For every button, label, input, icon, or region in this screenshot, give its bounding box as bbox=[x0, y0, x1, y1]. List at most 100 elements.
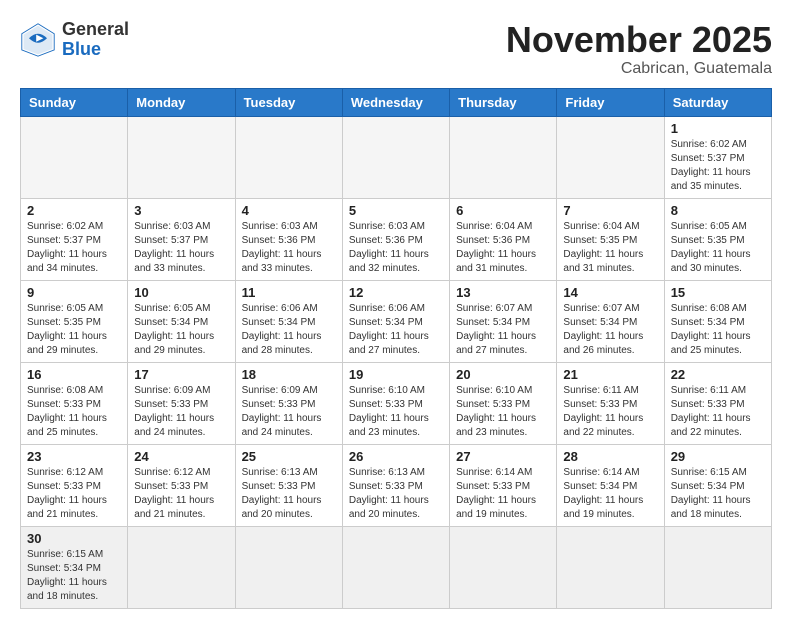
day-info: Sunrise: 6:11 AM Sunset: 5:33 PM Dayligh… bbox=[671, 384, 765, 440]
day-number: 25 bbox=[242, 449, 336, 464]
calendar-cell bbox=[342, 116, 449, 198]
day-info: Sunrise: 6:13 AM Sunset: 5:33 PM Dayligh… bbox=[242, 466, 336, 522]
calendar-week-row: 9 Sunrise: 6:05 AM Sunset: 5:35 PM Daylig… bbox=[21, 280, 772, 362]
day-number: 16 bbox=[27, 367, 121, 382]
calendar-cell bbox=[450, 526, 557, 608]
day-number: 26 bbox=[349, 449, 443, 464]
day-number: 23 bbox=[27, 449, 121, 464]
day-number: 21 bbox=[563, 367, 657, 382]
calendar-week-row: 23Sunrise: 6:12 AM Sunset: 5:33 PM Dayli… bbox=[21, 444, 772, 526]
logo-blue-text: Blue bbox=[62, 39, 101, 59]
calendar-cell: 27Sunrise: 6:14 AM Sunset: 5:33 PM Dayli… bbox=[450, 444, 557, 526]
calendar-table: SundayMondayTuesdayWednesdayThursdayFrid… bbox=[20, 88, 772, 609]
weekday-header-friday: Friday bbox=[557, 88, 664, 116]
calendar-cell: 18 Sunrise: 6:09 AM Sunset: 5:33 PM Dayli… bbox=[235, 362, 342, 444]
day-info: Sunrise: 6:13 AM Sunset: 5:33 PM Dayligh… bbox=[349, 466, 443, 522]
day-number: 20 bbox=[456, 367, 550, 382]
day-info: Sunrise: 6:08 AM Sunset: 5:33 PM Dayligh… bbox=[27, 384, 121, 440]
calendar-cell bbox=[557, 116, 664, 198]
calendar-cell: 1 Sunrise: 6:02 AM Sunset: 5:37 PM Daylig… bbox=[664, 116, 771, 198]
calendar-cell: 13Sunrise: 6:07 AM Sunset: 5:34 PM Dayli… bbox=[450, 280, 557, 362]
day-info: Sunrise: 6:09 AM Sunset: 5:33 PM Dayligh… bbox=[242, 384, 336, 440]
calendar-cell: 25 Sunrise: 6:13 AM Sunset: 5:33 PM Dayli… bbox=[235, 444, 342, 526]
calendar-week-row: 30 Sunrise: 6:15 AM Sunset: 5:34 PM Dayli… bbox=[21, 526, 772, 608]
calendar-week-row: 16 Sunrise: 6:08 AM Sunset: 5:33 PM Dayli… bbox=[21, 362, 772, 444]
logo: General Blue bbox=[20, 20, 129, 60]
calendar-week-row: 2Sunrise: 6:02 AM Sunset: 5:37 PM Daylig… bbox=[21, 198, 772, 280]
day-number: 4 bbox=[242, 203, 336, 218]
day-info: Sunrise: 6:06 AM Sunset: 5:34 PM Dayligh… bbox=[242, 302, 336, 358]
day-number: 15 bbox=[671, 285, 765, 300]
day-info: Sunrise: 6:05 AM Sunset: 5:35 PM Dayligh… bbox=[671, 220, 765, 276]
title-block: November 2025 Cabrican, Guatemala bbox=[506, 20, 772, 78]
calendar-cell: 5 Sunrise: 6:03 AM Sunset: 5:36 PM Daylig… bbox=[342, 198, 449, 280]
day-info: Sunrise: 6:05 AM Sunset: 5:34 PM Dayligh… bbox=[134, 302, 228, 358]
day-info: Sunrise: 6:08 AM Sunset: 5:34 PM Dayligh… bbox=[671, 302, 765, 358]
calendar-cell: 15 Sunrise: 6:08 AM Sunset: 5:34 PM Dayli… bbox=[664, 280, 771, 362]
calendar-cell: 4Sunrise: 6:03 AM Sunset: 5:36 PM Daylig… bbox=[235, 198, 342, 280]
day-number: 24 bbox=[134, 449, 228, 464]
day-number: 19 bbox=[349, 367, 443, 382]
calendar-cell: 20 Sunrise: 6:10 AM Sunset: 5:33 PM Dayli… bbox=[450, 362, 557, 444]
day-info: Sunrise: 6:10 AM Sunset: 5:33 PM Dayligh… bbox=[456, 384, 550, 440]
day-info: Sunrise: 6:15 AM Sunset: 5:34 PM Dayligh… bbox=[27, 548, 121, 604]
day-number: 6 bbox=[456, 203, 550, 218]
location: Cabrican, Guatemala bbox=[506, 60, 772, 78]
calendar-cell bbox=[450, 116, 557, 198]
logo-icon bbox=[20, 22, 56, 58]
logo-text: General Blue bbox=[62, 20, 129, 60]
weekday-header-sunday: Sunday bbox=[21, 88, 128, 116]
calendar-cell: 17 Sunrise: 6:09 AM Sunset: 5:33 PM Dayli… bbox=[128, 362, 235, 444]
day-number: 1 bbox=[671, 121, 765, 136]
calendar-cell bbox=[128, 526, 235, 608]
day-info: Sunrise: 6:03 AM Sunset: 5:36 PM Dayligh… bbox=[349, 220, 443, 276]
calendar-cell: 16 Sunrise: 6:08 AM Sunset: 5:33 PM Dayli… bbox=[21, 362, 128, 444]
day-number: 29 bbox=[671, 449, 765, 464]
day-info: Sunrise: 6:14 AM Sunset: 5:34 PM Dayligh… bbox=[563, 466, 657, 522]
day-info: Sunrise: 6:04 AM Sunset: 5:36 PM Dayligh… bbox=[456, 220, 550, 276]
day-info: Sunrise: 6:15 AM Sunset: 5:34 PM Dayligh… bbox=[671, 466, 765, 522]
day-number: 9 bbox=[27, 285, 121, 300]
calendar-cell bbox=[557, 526, 664, 608]
day-number: 12 bbox=[349, 285, 443, 300]
weekday-header-thursday: Thursday bbox=[450, 88, 557, 116]
calendar-cell: 28 Sunrise: 6:14 AM Sunset: 5:34 PM Dayli… bbox=[557, 444, 664, 526]
day-info: Sunrise: 6:09 AM Sunset: 5:33 PM Dayligh… bbox=[134, 384, 228, 440]
day-number: 28 bbox=[563, 449, 657, 464]
calendar-cell: 3Sunrise: 6:03 AM Sunset: 5:37 PM Daylig… bbox=[128, 198, 235, 280]
day-info: Sunrise: 6:06 AM Sunset: 5:34 PM Dayligh… bbox=[349, 302, 443, 358]
calendar-cell: 10Sunrise: 6:05 AM Sunset: 5:34 PM Dayli… bbox=[128, 280, 235, 362]
calendar-week-row: 1 Sunrise: 6:02 AM Sunset: 5:37 PM Daylig… bbox=[21, 116, 772, 198]
calendar-cell: 6 Sunrise: 6:04 AM Sunset: 5:36 PM Daylig… bbox=[450, 198, 557, 280]
calendar-cell bbox=[342, 526, 449, 608]
day-number: 7 bbox=[563, 203, 657, 218]
day-info: Sunrise: 6:02 AM Sunset: 5:37 PM Dayligh… bbox=[671, 138, 765, 194]
calendar-cell: 2Sunrise: 6:02 AM Sunset: 5:37 PM Daylig… bbox=[21, 198, 128, 280]
day-info: Sunrise: 6:11 AM Sunset: 5:33 PM Dayligh… bbox=[563, 384, 657, 440]
logo-general-text: General bbox=[62, 19, 129, 39]
day-number: 13 bbox=[456, 285, 550, 300]
calendar-cell: 9 Sunrise: 6:05 AM Sunset: 5:35 PM Daylig… bbox=[21, 280, 128, 362]
day-number: 17 bbox=[134, 367, 228, 382]
calendar-cell: 7 Sunrise: 6:04 AM Sunset: 5:35 PM Daylig… bbox=[557, 198, 664, 280]
calendar-cell: 22Sunrise: 6:11 AM Sunset: 5:33 PM Dayli… bbox=[664, 362, 771, 444]
calendar-cell: 14 Sunrise: 6:07 AM Sunset: 5:34 PM Dayli… bbox=[557, 280, 664, 362]
month-title: November 2025 bbox=[506, 20, 772, 60]
day-number: 11 bbox=[242, 285, 336, 300]
day-info: Sunrise: 6:07 AM Sunset: 5:34 PM Dayligh… bbox=[563, 302, 657, 358]
day-number: 18 bbox=[242, 367, 336, 382]
day-info: Sunrise: 6:05 AM Sunset: 5:35 PM Dayligh… bbox=[27, 302, 121, 358]
weekday-header-wednesday: Wednesday bbox=[342, 88, 449, 116]
day-info: Sunrise: 6:04 AM Sunset: 5:35 PM Dayligh… bbox=[563, 220, 657, 276]
weekday-header-saturday: Saturday bbox=[664, 88, 771, 116]
day-info: Sunrise: 6:14 AM Sunset: 5:33 PM Dayligh… bbox=[456, 466, 550, 522]
calendar-cell: 30 Sunrise: 6:15 AM Sunset: 5:34 PM Dayli… bbox=[21, 526, 128, 608]
day-number: 2 bbox=[27, 203, 121, 218]
day-number: 30 bbox=[27, 531, 121, 546]
day-number: 5 bbox=[349, 203, 443, 218]
calendar-cell: 19Sunrise: 6:10 AM Sunset: 5:33 PM Dayli… bbox=[342, 362, 449, 444]
day-number: 14 bbox=[563, 285, 657, 300]
calendar-cell: 26 Sunrise: 6:13 AM Sunset: 5:33 PM Dayli… bbox=[342, 444, 449, 526]
weekday-header-row: SundayMondayTuesdayWednesdayThursdayFrid… bbox=[21, 88, 772, 116]
calendar-cell: 29 Sunrise: 6:15 AM Sunset: 5:34 PM Dayli… bbox=[664, 444, 771, 526]
